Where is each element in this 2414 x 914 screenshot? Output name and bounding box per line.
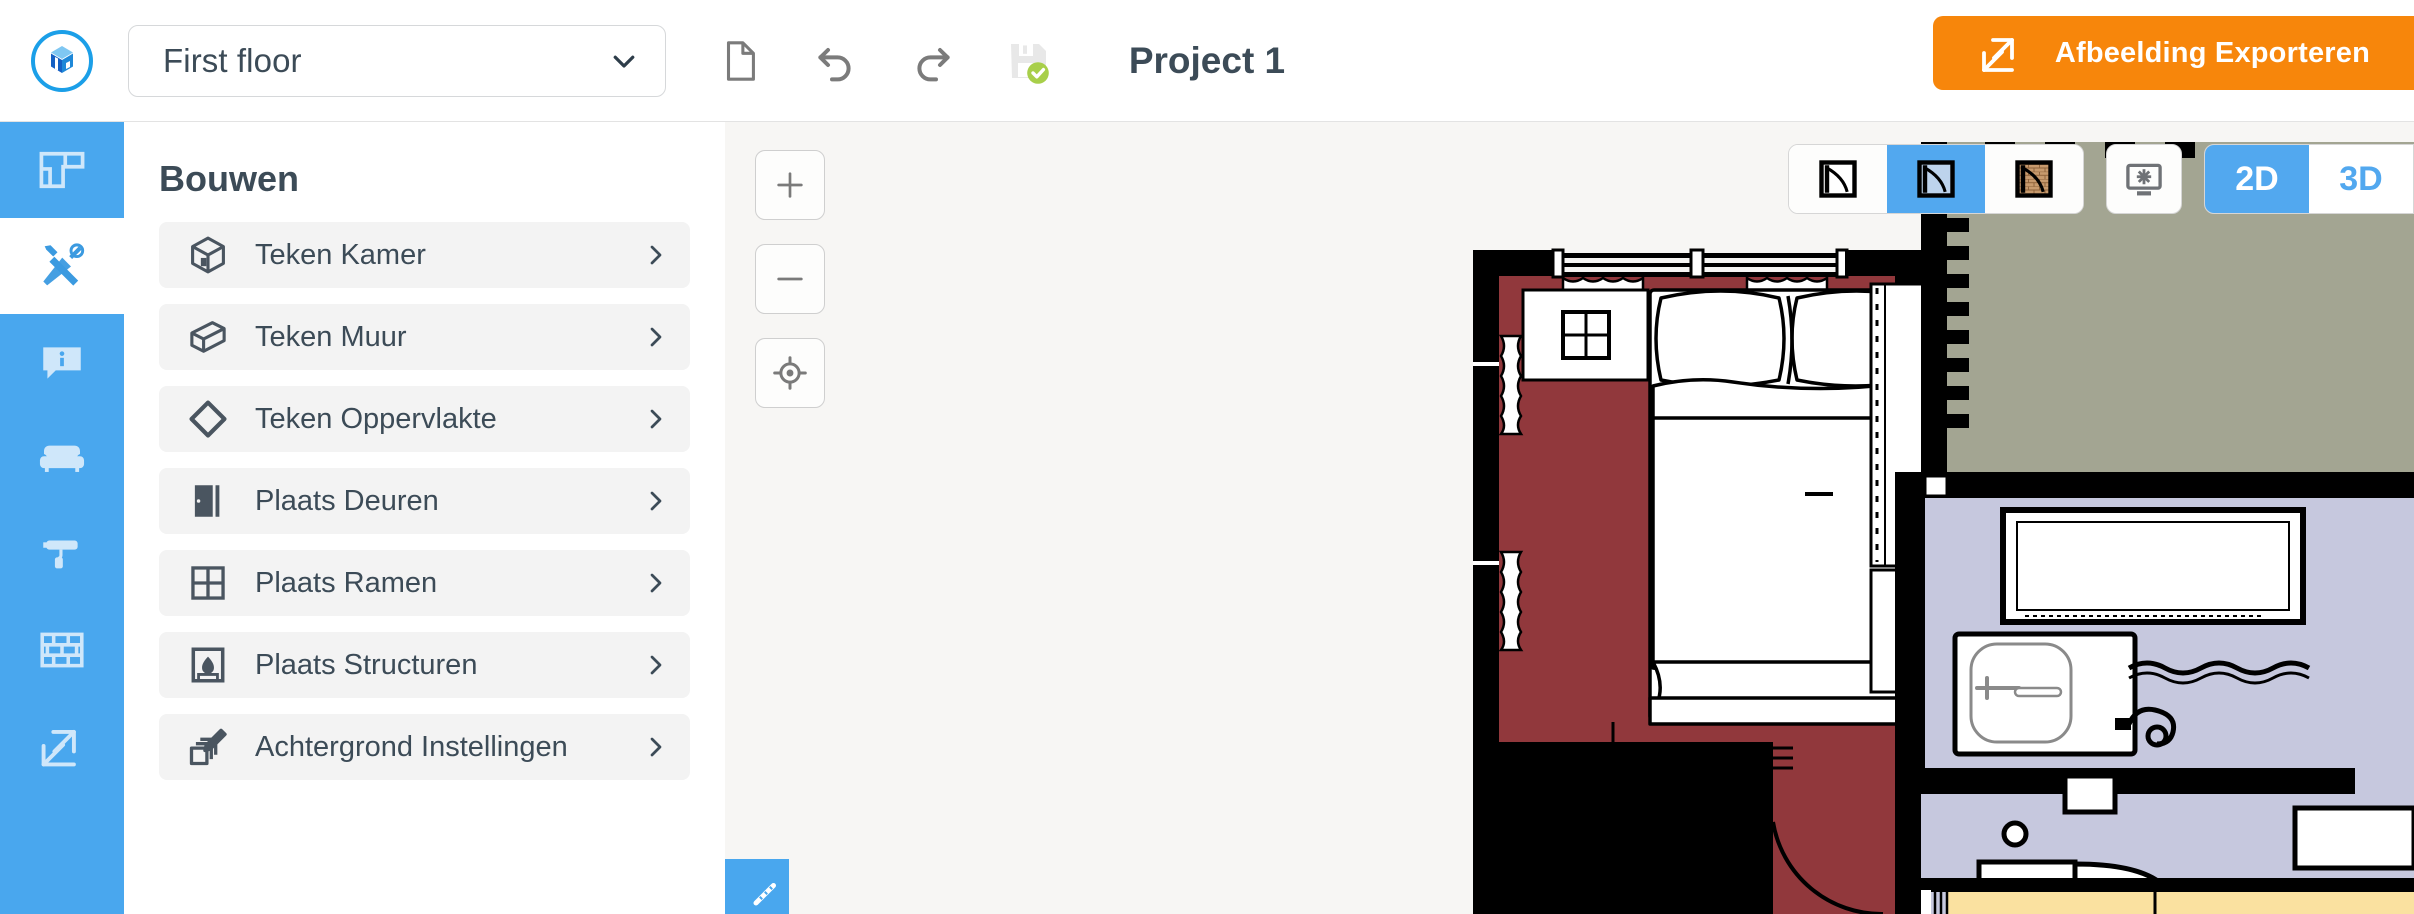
- undo-button[interactable]: [810, 35, 862, 87]
- export-image-label: Afbeelding Exporteren: [2054, 36, 2370, 69]
- share-export-icon: [1981, 38, 2014, 72]
- chevron-right-icon: [650, 655, 662, 675]
- chevron-right-icon: [650, 737, 662, 757]
- measure-tool-button[interactable]: [725, 859, 789, 914]
- redo-arrow-icon: [917, 47, 950, 81]
- floor-selector-value: First floor: [163, 41, 302, 79]
- display-settings-button[interactable]: [2106, 144, 2182, 214]
- paint-roller-icon: [43, 540, 78, 569]
- ruler-diagonal-icon: [753, 883, 776, 906]
- chevron-right-icon: [650, 327, 662, 347]
- plan-filled-icon: [1917, 160, 1955, 198]
- sidebar-item-materials[interactable]: [0, 602, 124, 698]
- floorplan-canvas[interactable]: 2D 3D: [725, 122, 2414, 914]
- menu-item-label: Achtergrond Instellingen: [255, 730, 568, 763]
- wall-slab-icon: [185, 314, 231, 360]
- plan-outline-icon: [1819, 160, 1857, 198]
- floorplan-icon: [39, 151, 85, 189]
- sidebar-item-decorate[interactable]: [0, 506, 124, 602]
- menu-item-plaats-deuren[interactable]: Plaats Deuren: [159, 468, 690, 534]
- document-icon: [726, 40, 755, 81]
- monitor-gear-icon: [2126, 163, 2162, 196]
- sidebar-item-floorplan[interactable]: [0, 122, 124, 218]
- top-bar: First floor Project 1 Afbeelding Exporte…: [0, 0, 2414, 122]
- redo-button[interactable]: [906, 35, 958, 87]
- zoom-out-button[interactable]: [755, 244, 825, 314]
- diamond-icon: [185, 396, 231, 442]
- zoom-controls: [755, 150, 825, 408]
- fireplace-icon: [185, 642, 231, 688]
- render-style-group: [1788, 144, 2084, 214]
- app-root: First floor Project 1 Afbeelding Exporte…: [0, 0, 2414, 914]
- crosshair-icon: [773, 356, 807, 390]
- new-document-button[interactable]: [714, 35, 766, 87]
- view-tools: 2D 3D: [1788, 144, 2414, 214]
- menu-item-teken-muur[interactable]: Teken Muur: [159, 304, 690, 370]
- plus-icon: [777, 172, 803, 198]
- floorplan-drawing: [1473, 142, 2414, 914]
- build-panel: Bouwen Teken Kamer Teken Muur Teken Oppe…: [124, 122, 725, 914]
- left-rail: [0, 122, 124, 914]
- menu-item-label: Plaats Structuren: [255, 648, 478, 681]
- dimension-toggle: 2D 3D: [2204, 144, 2414, 214]
- render-style-outline[interactable]: [1789, 145, 1887, 213]
- plan-textured-icon: [2015, 160, 2053, 198]
- app-logo[interactable]: [0, 0, 124, 122]
- sidebar-item-furniture[interactable]: [0, 410, 124, 506]
- menu-item-teken-kamer[interactable]: Teken Kamer: [159, 222, 690, 288]
- save-disk-check-icon: [1011, 43, 1049, 84]
- info-bubble-icon: [43, 347, 81, 379]
- sidebar-item-export[interactable]: [0, 698, 124, 794]
- share-export-icon: [41, 729, 76, 767]
- chevron-right-icon: [650, 491, 662, 511]
- zoom-in-button[interactable]: [755, 150, 825, 220]
- menu-item-label: Teken Oppervlakte: [255, 402, 497, 435]
- sidebar-item-build-tools[interactable]: [0, 218, 124, 314]
- undo-arrow-icon: [818, 47, 851, 81]
- menu-item-plaats-structuren[interactable]: Plaats Structuren: [159, 632, 690, 698]
- floor-selector[interactable]: First floor: [128, 24, 666, 97]
- chevron-right-icon: [650, 245, 662, 265]
- sofa-icon: [39, 445, 85, 472]
- minus-icon: [777, 277, 803, 281]
- panel-title: Bouwen: [159, 158, 299, 199]
- menu-item-label: Plaats Deuren: [255, 484, 439, 517]
- render-style-filled[interactable]: [1887, 145, 1985, 213]
- hammer-wrench-icon: [43, 243, 85, 286]
- menu-item-label: Teken Muur: [255, 320, 407, 353]
- cube-icon: [185, 232, 231, 278]
- menu-item-plaats-ramen[interactable]: Plaats Ramen: [159, 550, 690, 616]
- menu-item-label: Plaats Ramen: [255, 566, 438, 599]
- save-button[interactable]: [1002, 35, 1054, 87]
- isometric-house-logo-icon: [31, 29, 93, 92]
- chevron-down-icon: [613, 55, 635, 68]
- menu-item-label: Teken Kamer: [255, 238, 426, 271]
- sidebar-item-info[interactable]: [0, 314, 124, 410]
- menu-item-teken-oppervlakte[interactable]: Teken Oppervlakte: [159, 386, 690, 452]
- chevron-right-icon: [650, 573, 662, 593]
- document-tools: [714, 35, 1054, 87]
- view-2d-button[interactable]: 2D: [2205, 145, 2309, 213]
- recenter-button[interactable]: [755, 338, 825, 408]
- door-icon: [185, 478, 231, 524]
- render-style-textured[interactable]: [1985, 145, 2083, 213]
- brick-wall-icon: [40, 632, 84, 668]
- view-3d-button[interactable]: 3D: [2309, 145, 2413, 213]
- chevron-right-icon: [650, 409, 662, 429]
- export-image-button[interactable]: Afbeelding Exporteren: [1932, 16, 2414, 90]
- window-icon: [185, 560, 231, 606]
- menu-item-achtergrond-instellingen[interactable]: Achtergrond Instellingen: [159, 714, 690, 780]
- edit-layers-icon: [185, 724, 231, 770]
